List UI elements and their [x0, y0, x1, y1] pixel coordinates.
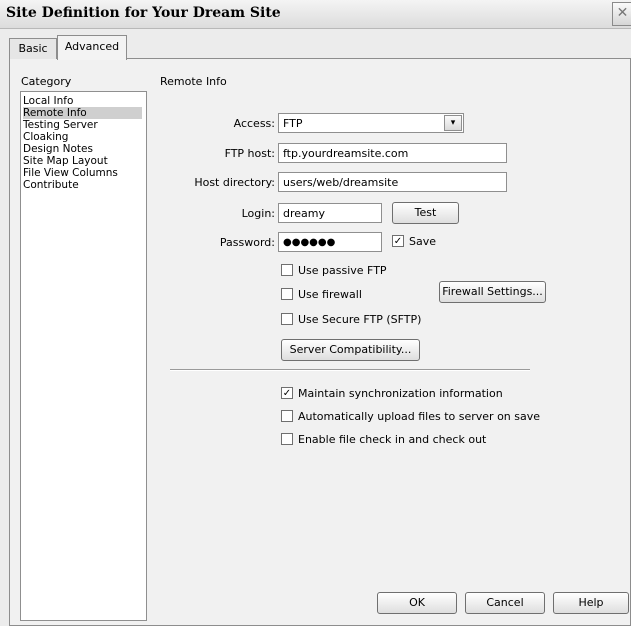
auto-upload-label[interactable]: Automatically upload files to server on …: [298, 410, 540, 423]
section-divider: [170, 369, 530, 371]
help-button[interactable]: Help: [553, 592, 629, 614]
passive-ftp-label[interactable]: Use passive FTP: [298, 264, 387, 277]
ftp-host-label: FTP host:: [224, 147, 275, 160]
access-select[interactable]: FTP: [278, 113, 464, 133]
login-input[interactable]: dreamy: [278, 203, 382, 223]
category-item-cloaking[interactable]: Cloaking: [23, 131, 142, 143]
maintain-sync-label[interactable]: Maintain synchronization information: [298, 387, 503, 400]
maintain-sync-checkbox[interactable]: ✓: [281, 387, 293, 399]
access-value: FTP: [283, 117, 303, 130]
firewall-settings-button[interactable]: Firewall Settings...: [439, 281, 546, 303]
chevron-down-icon[interactable]: ▾: [444, 115, 462, 131]
category-item-contribute[interactable]: Contribute: [23, 179, 142, 191]
category-list[interactable]: Local Info Remote Info Testing Server Cl…: [20, 91, 147, 621]
section-title: Remote Info: [160, 75, 227, 88]
password-input[interactable]: ●●●●●●: [278, 232, 382, 252]
save-label[interactable]: Save: [409, 235, 436, 248]
host-directory-input[interactable]: users/web/dreamsite: [278, 172, 507, 192]
close-icon[interactable]: ✕: [612, 2, 631, 26]
checkin-checkout-label[interactable]: Enable file check in and check out: [298, 433, 486, 446]
access-label: Access:: [233, 117, 275, 130]
host-directory-label: Host directory:: [194, 176, 275, 189]
category-item-local-info[interactable]: Local Info: [23, 95, 142, 107]
category-item-site-map-layout[interactable]: Site Map Layout: [23, 155, 142, 167]
password-label: Password:: [219, 236, 275, 249]
ftp-host-input[interactable]: ftp.yourdreamsite.com: [278, 143, 507, 163]
test-button[interactable]: Test: [392, 202, 459, 224]
category-item-file-view-columns[interactable]: File View Columns: [23, 167, 142, 179]
category-item-testing-server[interactable]: Testing Server: [23, 119, 142, 131]
cancel-button[interactable]: Cancel: [465, 592, 545, 614]
tab-basic[interactable]: Basic: [9, 38, 57, 59]
login-label: Login:: [241, 207, 275, 220]
firewall-checkbox[interactable]: [281, 288, 293, 300]
sftp-label[interactable]: Use Secure FTP (SFTP): [298, 313, 421, 326]
category-header: Category: [21, 75, 72, 88]
category-item-remote-info[interactable]: Remote Info: [23, 107, 142, 119]
category-item-design-notes[interactable]: Design Notes: [23, 143, 142, 155]
save-checkbox[interactable]: ✓: [392, 235, 404, 247]
auto-upload-checkbox[interactable]: [281, 410, 293, 422]
server-compatibility-button[interactable]: Server Compatibility...: [281, 339, 420, 361]
firewall-label[interactable]: Use firewall: [298, 288, 362, 301]
window-title: Site Definition for Your Dream Site: [6, 5, 281, 21]
tab-advanced[interactable]: Advanced: [57, 35, 127, 60]
passive-ftp-checkbox[interactable]: [281, 264, 293, 276]
sftp-checkbox[interactable]: [281, 313, 293, 325]
ok-button[interactable]: OK: [377, 592, 457, 614]
checkin-checkout-checkbox[interactable]: [281, 433, 293, 445]
